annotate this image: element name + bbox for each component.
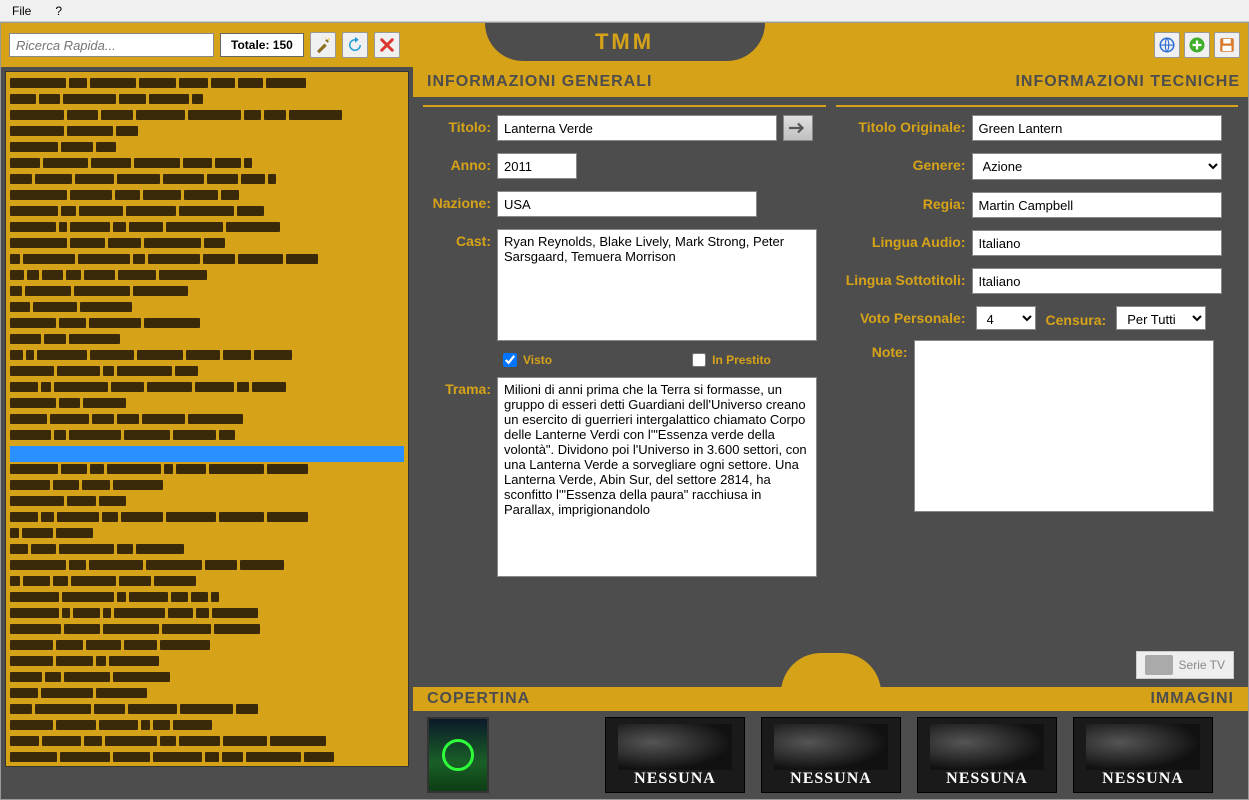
- in-prestito-checkbox[interactable]: In Prestito: [692, 353, 771, 367]
- nazione-input[interactable]: [497, 191, 757, 217]
- delete-icon[interactable]: [374, 32, 400, 58]
- label-regia: Regia:: [836, 192, 966, 212]
- label-note: Note:: [836, 340, 908, 360]
- menu-bar: File ?: [0, 0, 1249, 22]
- menu-help[interactable]: ?: [49, 2, 68, 20]
- movie-list[interactable]: // placeholder blurred lines to mimic li…: [5, 71, 409, 767]
- header-bar: Totale: 150 TMM: [1, 23, 1248, 67]
- censura-select[interactable]: Per Tutti: [1116, 306, 1206, 330]
- anno-input[interactable]: [497, 153, 577, 179]
- label-anno: Anno:: [423, 153, 491, 173]
- genere-select[interactable]: Azione: [972, 153, 1222, 180]
- panel-generali: Titolo: Anno: Nazione:: [423, 105, 826, 589]
- section-header-row: Informazioni Generali Informazioni Tecni…: [413, 67, 1248, 97]
- content-area: Informazioni Generali Informazioni Tecni…: [413, 67, 1248, 799]
- cover-thumbnail[interactable]: [427, 717, 489, 793]
- app-title: TMM: [485, 23, 765, 61]
- label-cast: Cast:: [423, 229, 491, 249]
- quick-search-input[interactable]: [9, 33, 214, 57]
- bottom-header: Copertina Immagini: [413, 687, 1248, 711]
- visto-checkbox[interactable]: Visto: [503, 353, 552, 367]
- voto-select[interactable]: 4: [976, 306, 1036, 330]
- wand-icon[interactable]: [310, 32, 336, 58]
- label-trama: Trama:: [423, 377, 491, 397]
- label-lingua-audio: Lingua Audio:: [836, 230, 966, 250]
- titolo-originale-input[interactable]: [972, 115, 1222, 141]
- label-censura: Censura:: [1046, 308, 1107, 328]
- totale-button[interactable]: Totale: 150: [220, 33, 304, 57]
- image-slot-1[interactable]: NESSUNA: [605, 717, 745, 793]
- panel-tecniche: Titolo Originale: Genere: Azione Regia:: [836, 105, 1239, 589]
- titolo-input[interactable]: [497, 115, 777, 141]
- image-slot-2[interactable]: NESSUNA: [761, 717, 901, 793]
- titolo-lookup-icon[interactable]: [783, 115, 813, 141]
- label-voto-personale: Voto Personale:: [836, 310, 966, 326]
- save-icon[interactable]: [1214, 32, 1240, 58]
- label-genere: Genere:: [836, 153, 966, 173]
- menu-file[interactable]: File: [6, 2, 37, 20]
- add-icon[interactable]: [1184, 32, 1210, 58]
- refresh-icon[interactable]: [342, 32, 368, 58]
- globe-icon[interactable]: [1154, 32, 1180, 58]
- label-titolo: Titolo:: [423, 115, 491, 135]
- sidebar: // placeholder blurred lines to mimic li…: [1, 67, 413, 799]
- image-slot-4[interactable]: NESSUNA: [1073, 717, 1213, 793]
- label-titolo-originale: Titolo Originale:: [836, 115, 966, 135]
- regia-input[interactable]: [972, 192, 1222, 218]
- label-nazione: Nazione:: [423, 191, 491, 211]
- lingua-audio-input[interactable]: [972, 230, 1222, 256]
- lingua-sottotitoli-input[interactable]: [972, 268, 1222, 294]
- image-slot-3[interactable]: NESSUNA: [917, 717, 1057, 793]
- tv-icon: [1145, 655, 1173, 675]
- cast-textarea[interactable]: [497, 229, 817, 341]
- note-textarea[interactable]: [914, 340, 1214, 512]
- section-title-copertina: Copertina: [427, 690, 530, 708]
- section-title-immagini: Immagini: [1150, 690, 1234, 708]
- section-title-generali: Informazioni Generali: [413, 73, 652, 91]
- trama-textarea[interactable]: [497, 377, 817, 577]
- section-title-tecniche: Informazioni Tecniche: [1015, 73, 1240, 91]
- label-lingua-sottotitoli: Lingua Sottotitoli:: [836, 268, 966, 288]
- serie-tv-badge[interactable]: Serie TV: [1136, 651, 1234, 679]
